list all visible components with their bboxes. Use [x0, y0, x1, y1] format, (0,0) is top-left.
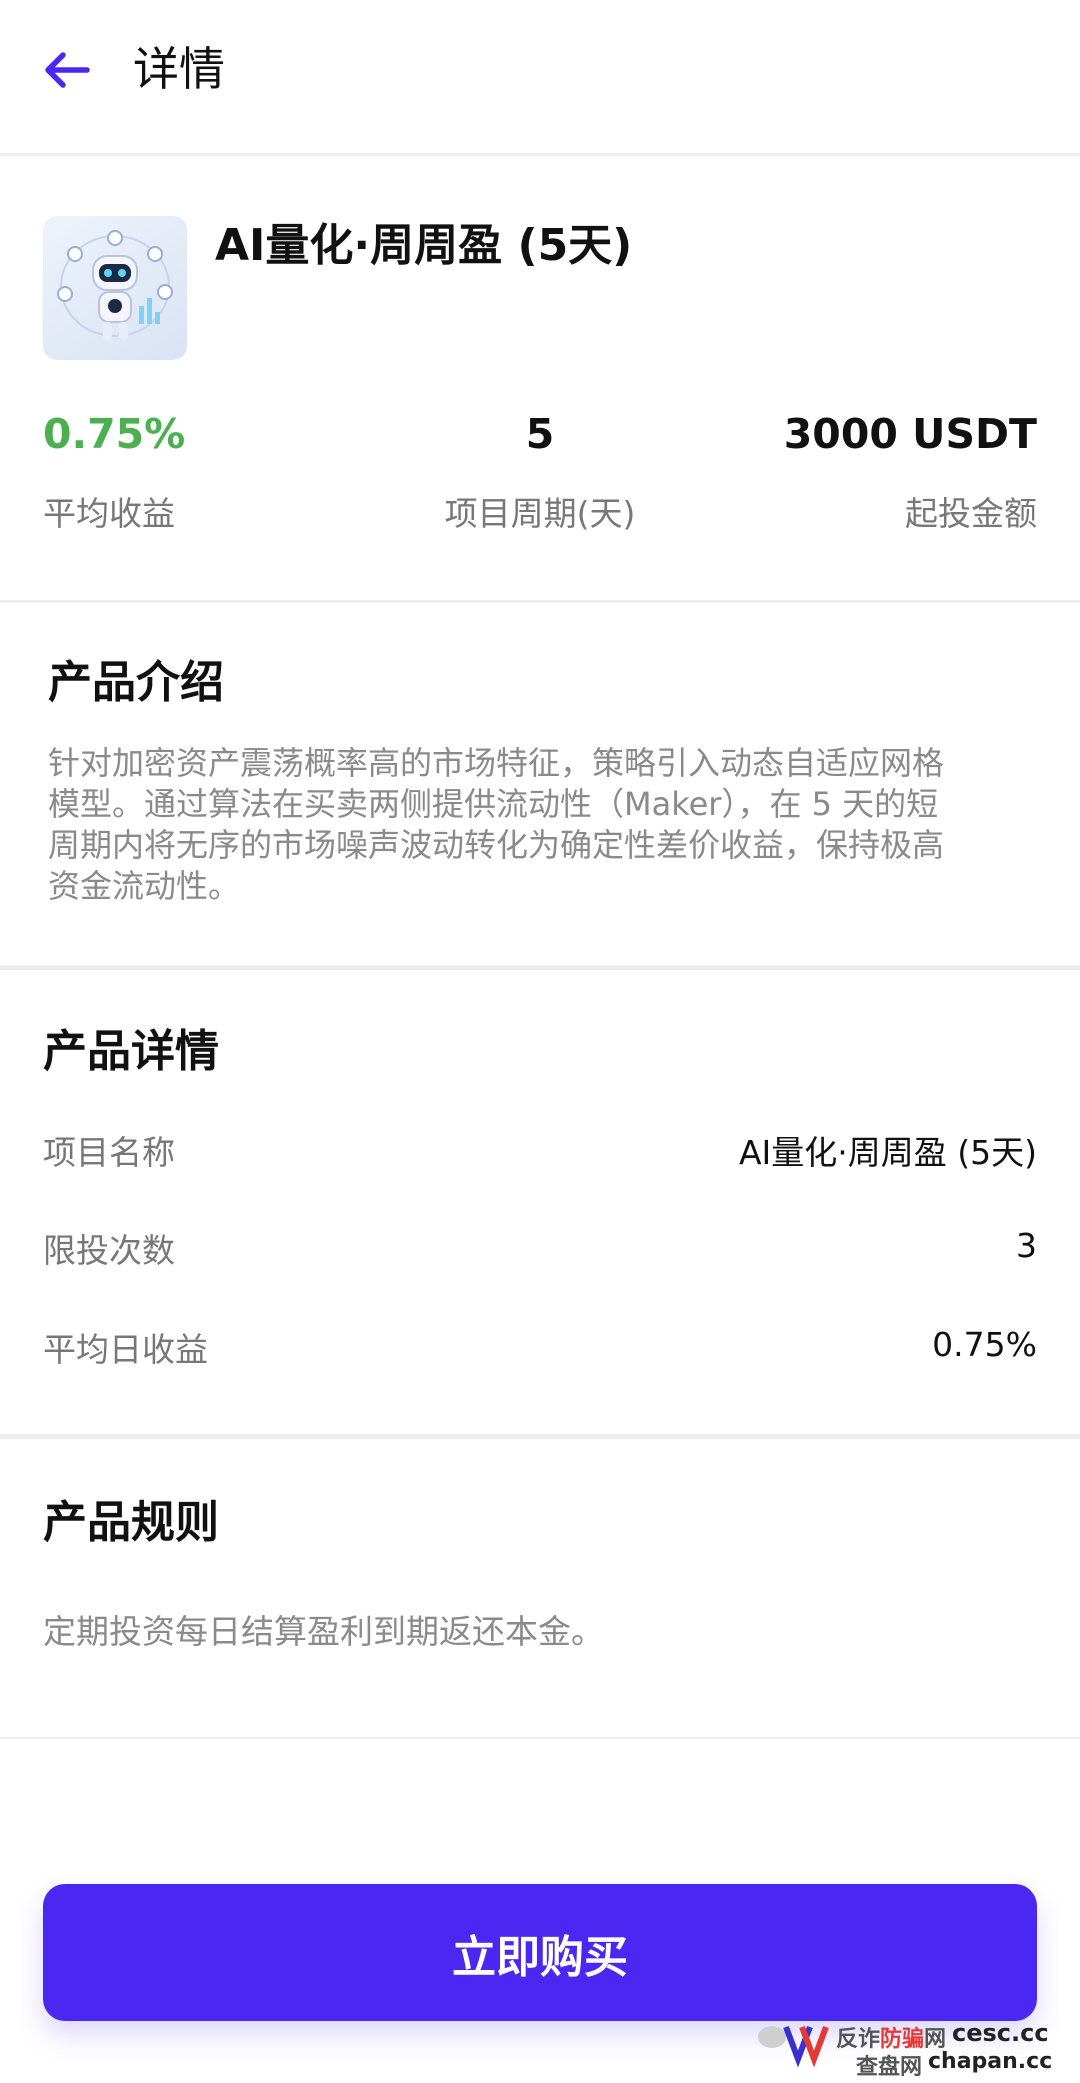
watermark-logo-icon: [758, 2025, 829, 2068]
watermark-text: 查盘网: [856, 2055, 923, 2080]
product-intro-section: 产品介绍 针对加密资产震荡概率高的市场特征，策略引入动态自适应网格 模型。通过算…: [0, 603, 1080, 970]
section-title: 产品详情: [43, 1026, 219, 1077]
product-thumbnail: [43, 216, 187, 360]
detail-value: 0.75%: [932, 1325, 1037, 1364]
product-summary: AI量化·周周盈 (5天) 0.75% 5 3000 USDT 平均收益 项目周…: [0, 156, 1080, 603]
product-rules-section: 产品规则 定期投资每日结算盈利到期返还本金。: [0, 1439, 1080, 1739]
detail-label: 限投次数: [43, 1231, 175, 1270]
detail-label: 项目名称: [43, 1133, 175, 1172]
section-title: 产品规则: [43, 1497, 219, 1548]
arrow-left-icon: [45, 52, 90, 88]
back-button[interactable]: [36, 40, 96, 100]
detail-value: 3: [1016, 1226, 1037, 1265]
rules-text: 定期投资每日结算盈利到期返还本金。: [43, 1612, 604, 1651]
product-name: AI量化·周周盈 (5天): [215, 220, 633, 271]
section-title: 产品介绍: [48, 657, 224, 708]
detail-value: AI量化·周周盈 (5天): [738, 1133, 1037, 1172]
min-investment-label: 起投金额: [905, 494, 1037, 533]
watermark-domain: cesc.cc: [952, 2019, 1049, 2047]
intro-text: 针对加密资产震荡概率高的市场特征，策略引入动态自适应网格 模型。通过算法在买卖两…: [48, 743, 1028, 907]
detail-label: 平均日收益: [43, 1330, 208, 1369]
intro-line: 模型。通过算法在买卖两侧提供流动性（Maker），在 5 天的短: [48, 785, 939, 823]
product-details-section: 产品详情 项目名称 AI量化·周周盈 (5天) 限投次数 3 平均日收益 0.7…: [0, 970, 1080, 1439]
buy-now-button[interactable]: 立即购买: [43, 1884, 1037, 2021]
top-bar: 详情: [0, 0, 1080, 156]
intro-line: 资金流动性。: [48, 867, 241, 905]
watermark-domain: chapan.cc: [928, 2049, 1053, 2074]
intro-line: 针对加密资产震荡概率高的市场特征，策略引入动态自适应网格: [48, 744, 945, 782]
intro-line: 周期内将无序的市场噪声波动转化为确定性差价收益，保持极高: [48, 826, 945, 864]
min-investment-value: 3000 USDT: [783, 410, 1037, 458]
page-title: 详情: [133, 42, 225, 96]
robot-icon: [57, 230, 173, 340]
watermark: 反诈防骗网 查盘网 cesc.cc chapan.cc: [752, 2015, 1053, 2080]
